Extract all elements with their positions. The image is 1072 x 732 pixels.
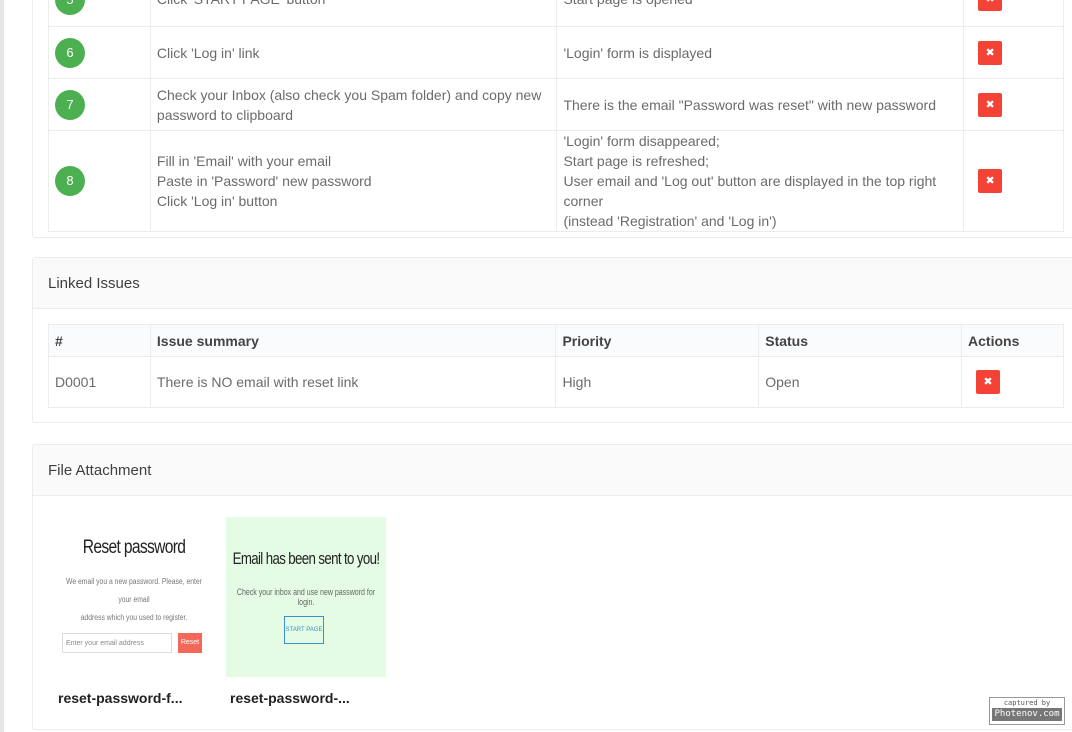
step-result: There is the email "Password was reset" …: [556, 78, 965, 131]
column-header-id: #: [48, 324, 151, 357]
preview-text: We email you a new password. Please, ent…: [66, 577, 202, 622]
step-action: Check your Inbox (also check you Spam fo…: [149, 78, 558, 131]
preview-email-input: Enter your email address: [62, 633, 172, 653]
step-action: Fill in 'Email' with your email Paste in…: [149, 130, 558, 232]
column-header-status: Status: [758, 324, 963, 357]
attachment-filename[interactable]: reset-password-...: [230, 690, 350, 706]
delete-step-button[interactable]: ✖: [978, 0, 1003, 11]
step-number: 6: [55, 37, 85, 68]
step-number: 8: [55, 166, 85, 196]
issue-status: Open: [758, 356, 963, 408]
step-result: Start page is opened: [556, 0, 965, 27]
left-border: [0, 0, 4, 732]
column-header-priority: Priority: [555, 324, 760, 357]
delete-step-button[interactable]: ✖: [978, 40, 1003, 65]
attachment-thumbnail[interactable]: Reset password We email you a new passwo…: [54, 517, 214, 677]
table-row: D0001 There is NO email with reset link …: [48, 356, 1064, 408]
test-steps-table: 5 Click 'START PAGE' button Start page i…: [48, 0, 1064, 232]
file-attachment-card: File Attachment Reset password We email …: [32, 444, 1072, 730]
table-row: 5 Click 'START PAGE' button Start page i…: [48, 0, 1064, 27]
delete-step-button[interactable]: ✖: [978, 169, 1003, 193]
attachment-filename[interactable]: reset-password-f...: [58, 690, 182, 706]
issue-priority: High: [555, 356, 760, 408]
section-title: Linked Issues: [33, 258, 1072, 309]
test-steps-card: 5 Click 'START PAGE' button Start page i…: [32, 0, 1072, 238]
step-result: 'Login' form disappeared; Start page is …: [556, 130, 965, 232]
step-action: Click 'Log in' link: [149, 26, 558, 79]
issue-id[interactable]: D0001: [48, 356, 151, 408]
linked-issues-table: # Issue summary Priority Status Actions …: [48, 324, 1064, 408]
watermark-badge: captured by Photenov.com: [989, 697, 1065, 725]
table-row: 8 Fill in 'Email' with your email Paste …: [48, 130, 1064, 232]
step-action: Click 'START PAGE' button: [149, 0, 558, 27]
column-header-summary: Issue summary: [149, 324, 557, 357]
attachment-thumbnail[interactable]: Email has been sent to you! Check your i…: [226, 517, 386, 677]
table-header-row: # Issue summary Priority Status Actions: [48, 324, 1064, 357]
delete-step-button[interactable]: ✖: [978, 92, 1003, 117]
column-header-actions: Actions: [961, 324, 1064, 357]
preview-reset-button: Reset: [178, 633, 202, 653]
linked-issues-card: Linked Issues # Issue summary Priority S…: [32, 257, 1072, 423]
section-title: File Attachment: [33, 445, 1072, 496]
issue-summary: There is NO email with reset link: [149, 356, 557, 408]
table-row: 7 Check your Inbox (also check you Spam …: [48, 78, 1064, 131]
step-number: 5: [55, 0, 85, 15]
preview-heading: Email has been sent to you!: [232, 549, 380, 568]
remove-issue-button[interactable]: ✖: [976, 370, 1001, 394]
preview-heading: Reset password: [82, 537, 186, 558]
preview-text: Check your inbox and use new password fo…: [236, 587, 376, 607]
preview-start-page-button: START PAGE: [284, 616, 324, 644]
step-number: 7: [55, 89, 85, 120]
table-row: 6 Click 'Log in' link 'Login' form is di…: [48, 26, 1064, 79]
step-result: 'Login' form is displayed: [556, 26, 965, 79]
